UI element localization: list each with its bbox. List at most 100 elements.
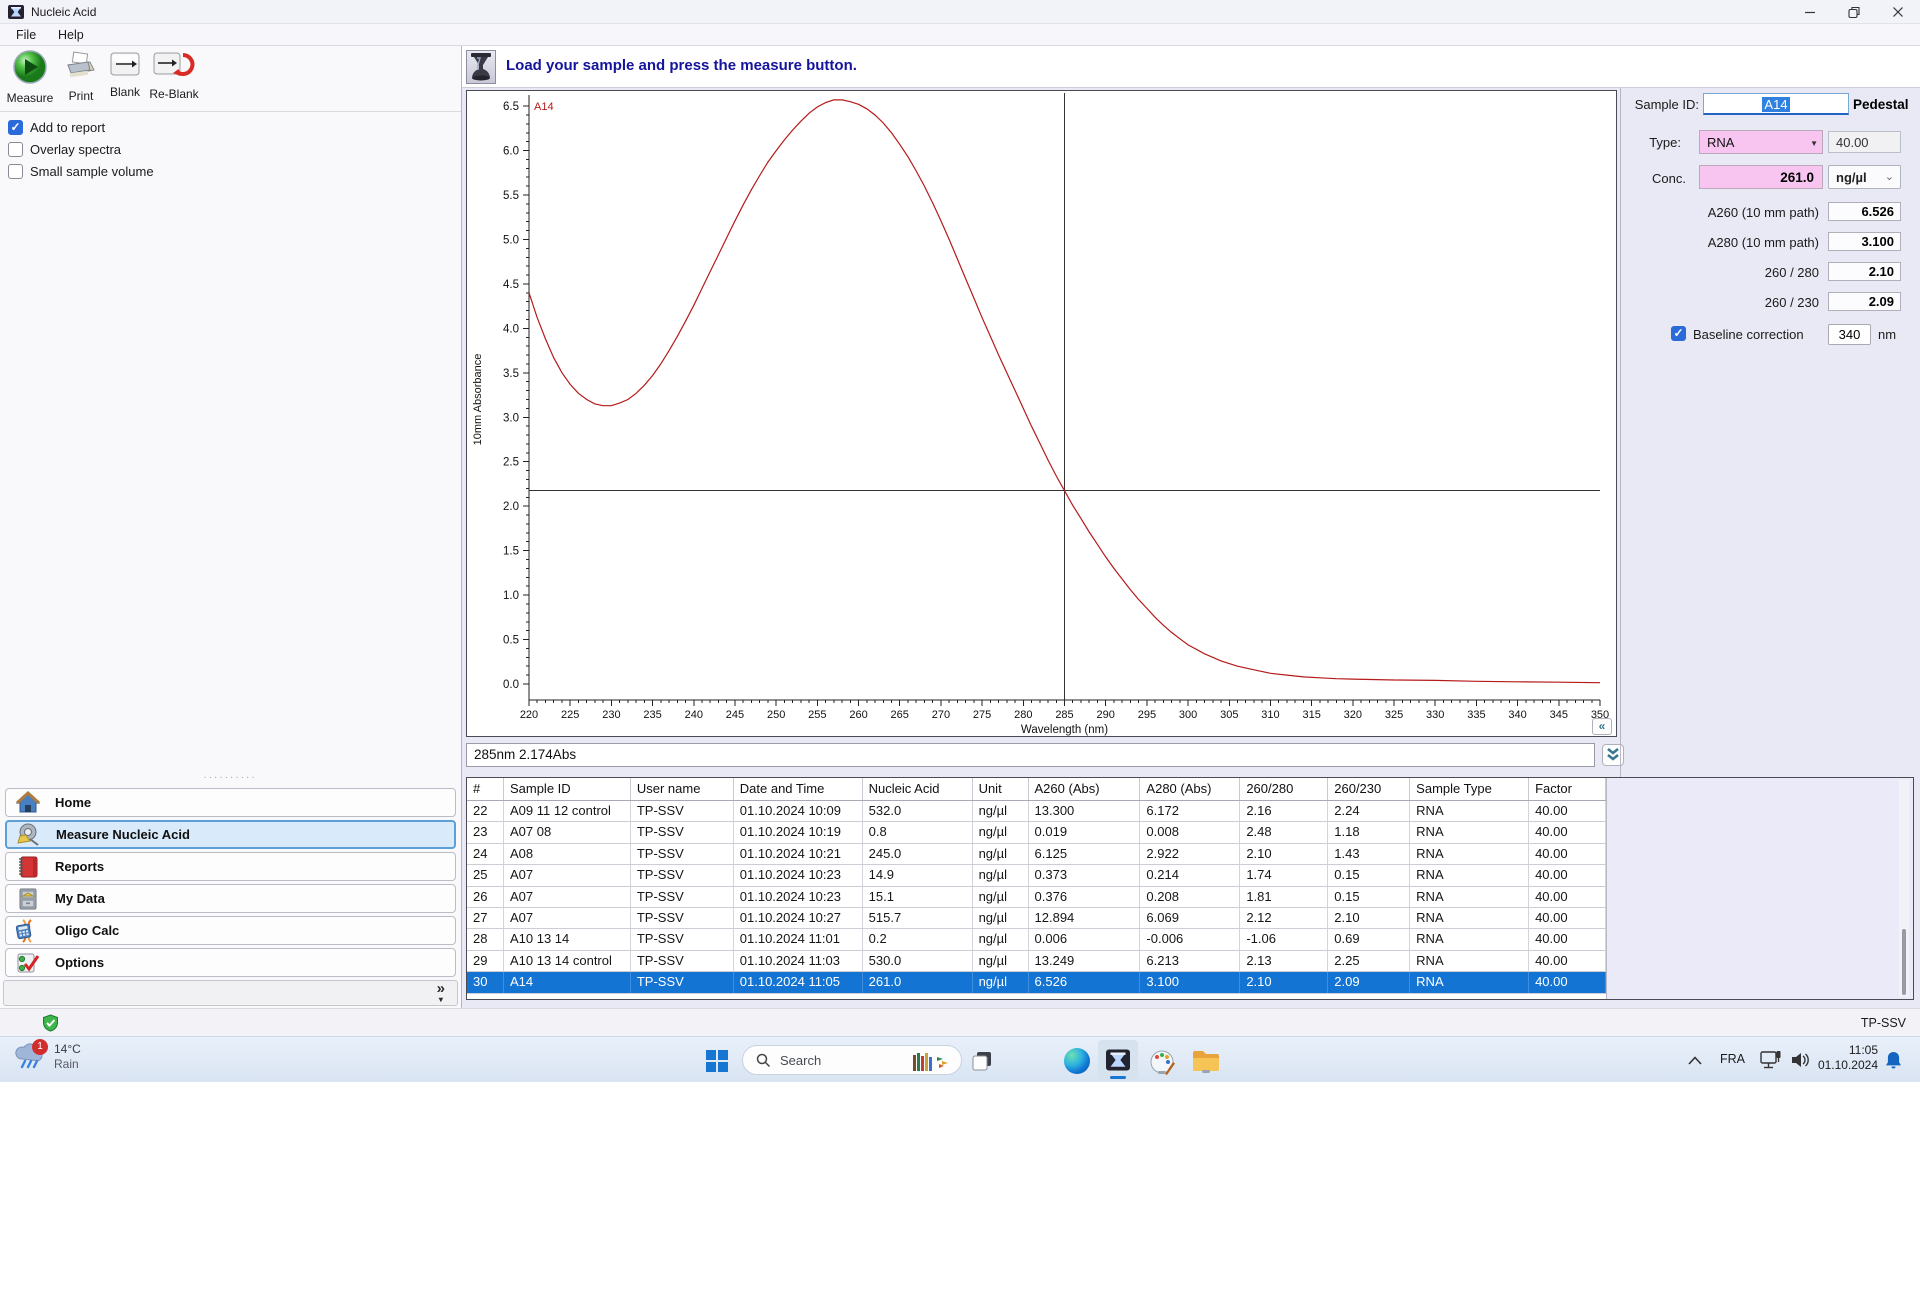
clock-widget[interactable]: 11:05 01.10.2024 [1818, 1043, 1878, 1073]
cell: 3.100 [1140, 972, 1241, 993]
reblank-button[interactable]: Re-Blank [146, 49, 202, 101]
column-header[interactable]: Nucleic Acid [863, 778, 973, 800]
start-button[interactable] [704, 1048, 730, 1074]
column-header[interactable]: A260 (Abs) [1029, 778, 1141, 800]
baseline-wavelength-field[interactable]: 340 [1828, 324, 1871, 345]
notification-badge: 1 [32, 1039, 48, 1055]
cell: 2.922 [1140, 843, 1241, 865]
paint-taskbar-button[interactable] [1146, 1046, 1178, 1076]
scrollbar-thumb[interactable] [1902, 929, 1906, 995]
cell: ng/µl [973, 950, 1029, 972]
table-row[interactable]: 24 A08 TP-SSV 01.10.2024 10:21 245.0 ng/µl 6.1… [467, 843, 1606, 866]
language-indicator[interactable]: FRA [1720, 1052, 1745, 1066]
sidebar-item-measure-nucleic-acid[interactable]: Measure Nucleic Acid [5, 820, 456, 849]
svg-text:4.0: 4.0 [503, 323, 519, 335]
notification-center-button[interactable] [1880, 1049, 1906, 1073]
search-highlight-icon [913, 1051, 949, 1071]
tray-expand-button[interactable] [1684, 1051, 1706, 1069]
sidebar-item-oligo-calc[interactable]: Oligo Calc [5, 916, 456, 945]
svg-text:240: 240 [685, 709, 703, 721]
taskbar: 1 14°C Rain Search FRA 11:05 01.10.2024 [0, 1036, 1920, 1082]
cell: 40.00 [1529, 822, 1606, 843]
table-row[interactable]: 23 A07 08 TP-SSV 01.10.2024 10:19 0.8 ng/µl 0.… [467, 822, 1606, 844]
spectrum-chart[interactable]: 220 225 230 235 240 245 250 255 260 265 270 275 280 2… [466, 90, 1617, 737]
svg-text:6.0: 6.0 [503, 146, 519, 158]
menu-file[interactable]: File [10, 27, 42, 43]
svg-text:3.5: 3.5 [503, 368, 519, 380]
column-header[interactable]: Date and Time [734, 778, 863, 800]
blank-button[interactable]: Blank [104, 49, 146, 99]
close-button[interactable] [1876, 0, 1920, 24]
weather-condition: Rain [54, 1057, 79, 1071]
column-header[interactable]: Sample Type [1410, 778, 1530, 800]
content-area: 220 225 230 235 240 245 250 255 260 265 270 275 280 2… [462, 88, 1920, 1008]
volume-tray-button[interactable] [1788, 1049, 1812, 1071]
sidebar-collapse-bar[interactable]: » ▾ [3, 980, 458, 1006]
cell: ng/µl [973, 886, 1029, 907]
edge-browser-button[interactable] [1062, 1046, 1092, 1076]
table-row[interactable]: 26 A07 TP-SSV 01.10.2024 10:23 15.1 ng/µl 0.37… [467, 886, 1606, 908]
taskbar-weather-widget[interactable]: 1 14°C Rain [14, 1039, 81, 1073]
table-row[interactable]: 30 A14 TP-SSV 01.10.2024 11:05 261.0 ng/µl 6.5… [467, 972, 1606, 994]
unit-dropdown[interactable]: ng/µl ⌄ [1828, 165, 1901, 189]
x-axis-label: Wavelength (nm) [1021, 724, 1108, 736]
column-header[interactable]: # [467, 778, 504, 800]
column-header[interactable]: User name [631, 778, 734, 800]
cell: 1.74 [1240, 865, 1329, 886]
cell: 6.069 [1140, 907, 1241, 929]
chart-collapse-button[interactable]: « [1592, 718, 1612, 735]
search-box[interactable]: Search [742, 1045, 962, 1075]
column-header[interactable]: 260/230 [1328, 778, 1411, 800]
type-dropdown[interactable]: RNA ▼ [1699, 130, 1823, 154]
table-row[interactable]: 28 A10 13 14 TP-SSV 01.10.2024 11:01 0.2 ng/µ… [467, 929, 1606, 951]
cell: 01.10.2024 11:05 [734, 972, 863, 993]
cell: 22 [467, 801, 504, 822]
concentration-field[interactable]: 261.0 [1699, 165, 1823, 189]
cell: 01.10.2024 10:27 [734, 907, 863, 929]
overlay-spectra-checkbox[interactable] [8, 141, 23, 157]
table-scrollbar[interactable] [1899, 780, 1909, 997]
cell: RNA [1410, 950, 1530, 972]
cell: 0.006 [1029, 929, 1141, 950]
active-app-indicator [1110, 1076, 1126, 1079]
reblank-arrow-icon [146, 49, 202, 86]
column-header[interactable]: A280 (Abs) [1140, 778, 1241, 800]
small-sample-volume-checkbox[interactable] [8, 163, 23, 179]
table-row[interactable]: 22 A09 11 12 control TP-SSV 01.10.2024 10:0… [467, 801, 1606, 823]
print-button[interactable]: Print [58, 49, 104, 103]
column-header[interactable]: 260/280 [1240, 778, 1329, 800]
nucleic-acid-taskbar-button[interactable] [1098, 1040, 1138, 1080]
minimize-button[interactable] [1788, 0, 1832, 24]
column-header[interactable]: Sample ID [504, 778, 631, 800]
printer-icon [58, 49, 104, 88]
task-view-button[interactable] [968, 1047, 996, 1075]
sidebar-item-my-data[interactable]: My Data [5, 884, 456, 913]
sidebar-item-home[interactable]: Home [5, 788, 456, 817]
measure-button[interactable]: Measure [4, 49, 56, 105]
cell: 13.249 [1029, 950, 1141, 972]
table-row[interactable]: 25 A07 TP-SSV 01.10.2024 10:23 14.9 ng/µl 0.37… [467, 865, 1606, 887]
sidebar-item-reports[interactable]: Reports [5, 852, 456, 881]
splitter-handle[interactable]: ·········· [170, 772, 290, 783]
sidebar-item-options[interactable]: Options [5, 948, 456, 977]
factor-field[interactable]: 40.00 [1828, 131, 1901, 153]
explorer-taskbar-button[interactable] [1190, 1047, 1222, 1075]
add-to-report-option[interactable]: Add to report [8, 118, 105, 136]
add-to-report-checkbox[interactable] [8, 119, 23, 135]
options-check-icon [15, 951, 41, 975]
network-tray-button[interactable] [1758, 1049, 1784, 1071]
cell: 2.10 [1328, 907, 1411, 929]
table-row[interactable]: 27 A07 TP-SSV 01.10.2024 10:27 515.7 ng/µl 12.… [467, 907, 1606, 930]
cell: A07 08 [504, 822, 631, 843]
restore-button[interactable] [1832, 0, 1876, 24]
results-grid: # Sample ID User name Date and Time Nucleic … [467, 778, 1607, 999]
sample-id-input[interactable]: A14 [1703, 93, 1849, 115]
overlay-spectra-option[interactable]: Overlay spectra [8, 140, 121, 158]
menu-help[interactable]: Help [52, 27, 90, 43]
small-sample-volume-option[interactable]: Small sample volume [8, 162, 154, 180]
column-header[interactable]: Unit [973, 778, 1029, 800]
cell: 0.019 [1029, 822, 1141, 843]
table-row[interactable]: 29 A10 13 14 control TP-SSV 01.10.2024 11:0… [467, 950, 1606, 973]
baseline-correction-checkbox[interactable] [1671, 326, 1686, 341]
column-header[interactable]: Factor [1529, 778, 1606, 800]
